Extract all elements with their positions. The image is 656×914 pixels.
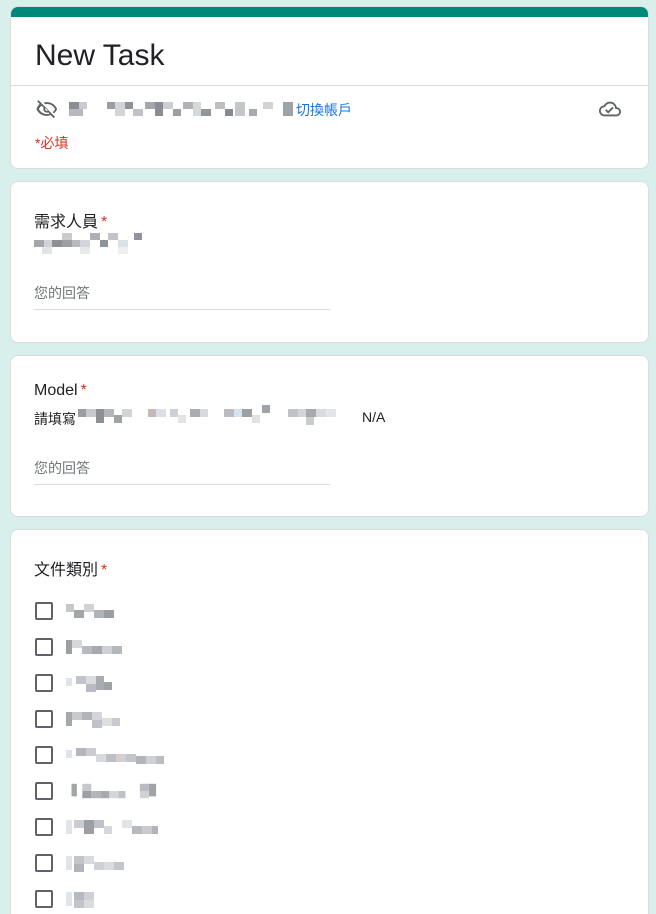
form-header-card: New Task 切換帳戶 *必填	[10, 6, 649, 169]
checkbox[interactable]	[35, 746, 53, 764]
account-row: 切換帳戶	[35, 97, 624, 121]
form-title: New Task	[35, 39, 165, 72]
option-label-redacted	[66, 748, 164, 764]
question-description-redacted	[34, 233, 142, 254]
checkbox-option[interactable]	[34, 852, 334, 888]
checkbox-option-list	[34, 600, 334, 914]
checkbox[interactable]	[35, 602, 53, 620]
question-title-text: Model	[34, 382, 78, 399]
checkbox-option[interactable]	[34, 780, 334, 816]
header-accent-bar	[11, 7, 648, 17]
option-label-redacted	[66, 892, 94, 908]
question-title-text: 文件類別	[34, 562, 99, 579]
question-title-text: 需求人員	[34, 214, 99, 231]
question-title: 需求人員 *	[34, 208, 107, 232]
question-description: 請填寫 N/A	[34, 405, 385, 429]
question-card-document-type: 文件類別 *	[10, 529, 649, 914]
question-card-requester: 需求人員 *	[10, 181, 649, 343]
option-label-redacted	[66, 712, 120, 728]
checkbox[interactable]	[35, 818, 53, 836]
required-star: *	[101, 562, 108, 579]
checkbox-option[interactable]	[34, 816, 334, 852]
checkbox-option[interactable]	[34, 744, 334, 780]
requester-answer-input[interactable]	[34, 278, 330, 310]
checkbox[interactable]	[35, 782, 53, 800]
checkbox[interactable]	[35, 710, 53, 728]
model-answer-input[interactable]	[34, 453, 330, 485]
checkbox[interactable]	[35, 638, 53, 656]
checkbox-option[interactable]	[34, 888, 334, 914]
description-prefix: 請填寫	[34, 411, 76, 427]
option-label-redacted	[66, 856, 124, 872]
header-divider	[11, 85, 648, 86]
checkbox-option[interactable]	[34, 708, 334, 744]
question-title: 文件類別 *	[34, 556, 107, 580]
eye-off-icon	[36, 100, 58, 119]
option-label-redacted	[71, 783, 157, 799]
question-card-model: Model * 請填寫 N/A	[10, 355, 649, 517]
option-label-redacted	[66, 676, 112, 692]
checkbox-option[interactable]	[34, 636, 334, 672]
option-label-redacted	[66, 604, 114, 618]
cloud-check-icon	[599, 101, 621, 117]
checkbox-option[interactable]	[34, 672, 334, 708]
switch-account-link[interactable]: 切換帳戶	[296, 100, 352, 120]
question-title: Model *	[34, 382, 87, 400]
description-suffix: N/A	[362, 409, 386, 425]
option-label-redacted	[66, 640, 122, 654]
required-note: *必填	[35, 135, 69, 151]
checkbox[interactable]	[35, 890, 53, 908]
description-redacted	[78, 405, 336, 425]
option-label-redacted	[66, 820, 158, 834]
required-star: *	[80, 382, 87, 399]
checkbox[interactable]	[35, 674, 53, 692]
checkbox[interactable]	[35, 854, 53, 872]
email-redacted	[69, 102, 293, 116]
checkbox-option[interactable]	[34, 600, 334, 636]
required-star: *	[101, 214, 108, 231]
